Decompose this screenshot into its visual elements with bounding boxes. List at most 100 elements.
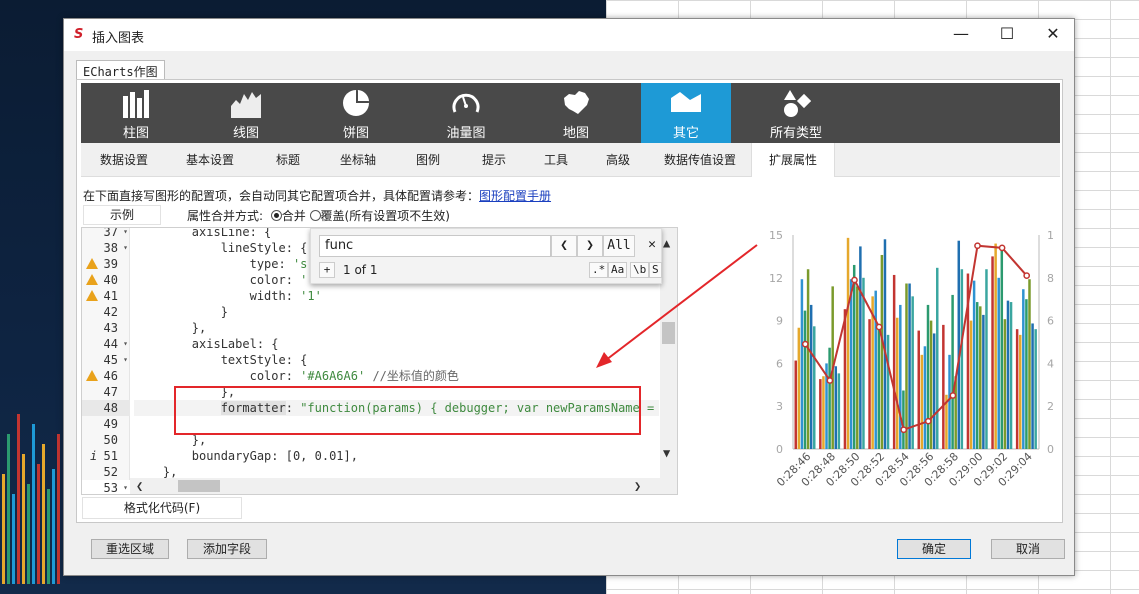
scroll-right-icon[interactable]: ❯ xyxy=(634,479,641,493)
bar xyxy=(1015,329,1019,449)
chart-type-map[interactable]: 地图 xyxy=(531,83,621,143)
code-line[interactable]: color: ' xyxy=(134,272,308,288)
code-line[interactable]: } xyxy=(134,304,228,320)
tab-axis[interactable]: 坐标轴 xyxy=(323,143,393,177)
fold-icon[interactable]: ▾ xyxy=(123,228,128,240)
bar xyxy=(1025,299,1028,449)
y-left-tick-label: 9 xyxy=(776,315,783,328)
bar xyxy=(902,390,905,449)
radio-override[interactable] xyxy=(309,210,321,221)
gauge-icon xyxy=(452,93,480,113)
example-button[interactable]: 示例 xyxy=(83,205,161,225)
radio-override-label[interactable]: 覆盖(所有设置项不生效) xyxy=(321,209,450,223)
tab-tooltip[interactable]: 提示 xyxy=(463,143,525,177)
background-bar xyxy=(42,444,45,584)
code-line[interactable]: lineStyle: { xyxy=(134,240,308,256)
chart-type-bar-chart[interactable]: 柱图 xyxy=(91,83,181,143)
line-number-text: 46 xyxy=(103,369,118,383)
code-line[interactable]: textStyle: { xyxy=(134,352,308,368)
find-selection-toggle[interactable]: S xyxy=(649,262,662,278)
chart-type-line-chart[interactable]: 线图 xyxy=(201,83,291,143)
scroll-left-icon[interactable]: ❮ xyxy=(136,479,143,493)
warning-icon xyxy=(86,290,98,301)
fold-icon[interactable]: ▾ xyxy=(123,240,128,256)
background-bar xyxy=(27,484,30,584)
bar xyxy=(991,256,994,449)
horizontal-scrollbar[interactable]: ❮ ❯ xyxy=(130,478,677,494)
line-number-text: 37 xyxy=(103,227,118,239)
code-editor[interactable]: 37 ▾ 38 ▾ 39 40 41 42 43 44 ▾ 45 ▾ 46 47 48 49 50 i 51 52 53 ▾… xyxy=(81,227,678,495)
code-line[interactable]: color: '#A6A6A6' //坐标值的颜色 xyxy=(134,368,459,384)
config-manual-link[interactable]: 图形配置手册 xyxy=(479,189,551,203)
fold-icon[interactable]: ▾ xyxy=(123,352,128,368)
scroll-down-icon[interactable]: ▼ xyxy=(663,446,670,460)
maximize-icon[interactable]: ☐ xyxy=(984,19,1030,51)
code-line[interactable]: axisLabel: { xyxy=(134,336,279,352)
find-prev-icon[interactable]: ❮ xyxy=(551,235,577,257)
minimize-icon[interactable]: — xyxy=(938,19,984,51)
tab-data-settings[interactable]: 数据设置 xyxy=(81,143,167,177)
bar xyxy=(969,320,973,449)
format-code-button[interactable]: 格式化代码(F) xyxy=(82,497,242,519)
code-line[interactable]: type: 's xyxy=(134,256,308,272)
bar xyxy=(828,347,831,449)
code-line[interactable]: boundaryGap: [0, 0.01], xyxy=(134,448,358,464)
tab-data-passing[interactable]: 数据传值设置 xyxy=(649,143,751,177)
find-input[interactable]: func xyxy=(319,235,551,257)
find-case-toggle[interactable]: Aa xyxy=(608,262,628,278)
bar xyxy=(859,246,862,449)
line-number: 44 ▾ xyxy=(82,336,130,352)
cancel-button[interactable]: 取消 xyxy=(991,539,1065,559)
line-point xyxy=(801,340,809,348)
tab-title[interactable]: 标题 xyxy=(253,143,323,177)
code-line[interactable]: width: '1' xyxy=(134,288,322,304)
close-icon[interactable]: ✕ xyxy=(1030,19,1076,51)
chart-type-other[interactable]: 其它 xyxy=(641,83,731,143)
bar xyxy=(975,302,979,449)
title-bar[interactable]: S 插入图表 — ☐ ✕ xyxy=(64,19,1074,51)
fold-icon[interactable]: ▾ xyxy=(123,336,128,352)
bar xyxy=(979,306,982,449)
add-field-button[interactable]: 添加字段 xyxy=(187,539,267,559)
ok-button[interactable]: 确定 xyxy=(897,539,971,559)
bar xyxy=(899,304,902,449)
code-line[interactable]: axisLine: { xyxy=(134,228,271,240)
background-bar xyxy=(47,489,50,584)
find-next-icon[interactable]: ❯ xyxy=(577,235,603,257)
line-number-text: 39 xyxy=(103,257,118,271)
bar xyxy=(1009,302,1013,449)
chart-type-bar: 柱图 线图 饼图 油量图 地图 其它 所有类型 xyxy=(81,83,1060,143)
pie-chart-icon xyxy=(343,90,369,116)
chart-type-all[interactable]: 所有类型 xyxy=(751,83,841,143)
find-close-icon[interactable]: ✕ xyxy=(639,235,665,257)
tab-advanced[interactable]: 高级 xyxy=(587,143,649,177)
tab-tools[interactable]: 工具 xyxy=(525,143,587,177)
vertical-scrollbar[interactable]: ▲ ▼ xyxy=(660,228,677,480)
bar xyxy=(1034,329,1037,449)
line-number: 45 ▾ xyxy=(82,352,130,368)
reselect-range-button[interactable]: 重选区域 xyxy=(91,539,169,559)
merge-mode-row: 属性合并方式: 合并 覆盖(所有设置项不生效) xyxy=(187,207,450,224)
line-number: 39 xyxy=(82,256,130,272)
radio-merge[interactable] xyxy=(270,210,282,221)
tab-extended-properties[interactable]: 扩展属性 xyxy=(751,143,835,177)
fold-icon[interactable]: ▾ xyxy=(123,480,128,494)
find-expand-icon[interactable]: + xyxy=(319,262,335,278)
line-point xyxy=(924,417,932,425)
line-number-text: 49 xyxy=(103,417,118,431)
chart-type-gauge[interactable]: 油量图 xyxy=(421,83,511,143)
tab-legend[interactable]: 图例 xyxy=(393,143,463,177)
find-regex-toggle[interactable]: .* xyxy=(589,262,609,278)
horizontal-scroll-thumb[interactable] xyxy=(178,480,220,492)
bar xyxy=(1003,319,1007,449)
line-number: 38 ▾ xyxy=(82,240,130,256)
line-number-text: 40 xyxy=(103,273,118,287)
radio-merge-label[interactable]: 合并 xyxy=(282,209,306,223)
find-all-button[interactable]: All xyxy=(603,235,635,257)
tab-basic-settings[interactable]: 基本设置 xyxy=(167,143,253,177)
find-word-toggle[interactable]: \b xyxy=(630,262,650,278)
code-line[interactable]: }, xyxy=(134,320,206,336)
chart-type-pie-chart[interactable]: 饼图 xyxy=(311,83,401,143)
vertical-scroll-thumb[interactable] xyxy=(662,322,675,344)
bar xyxy=(1028,279,1031,449)
